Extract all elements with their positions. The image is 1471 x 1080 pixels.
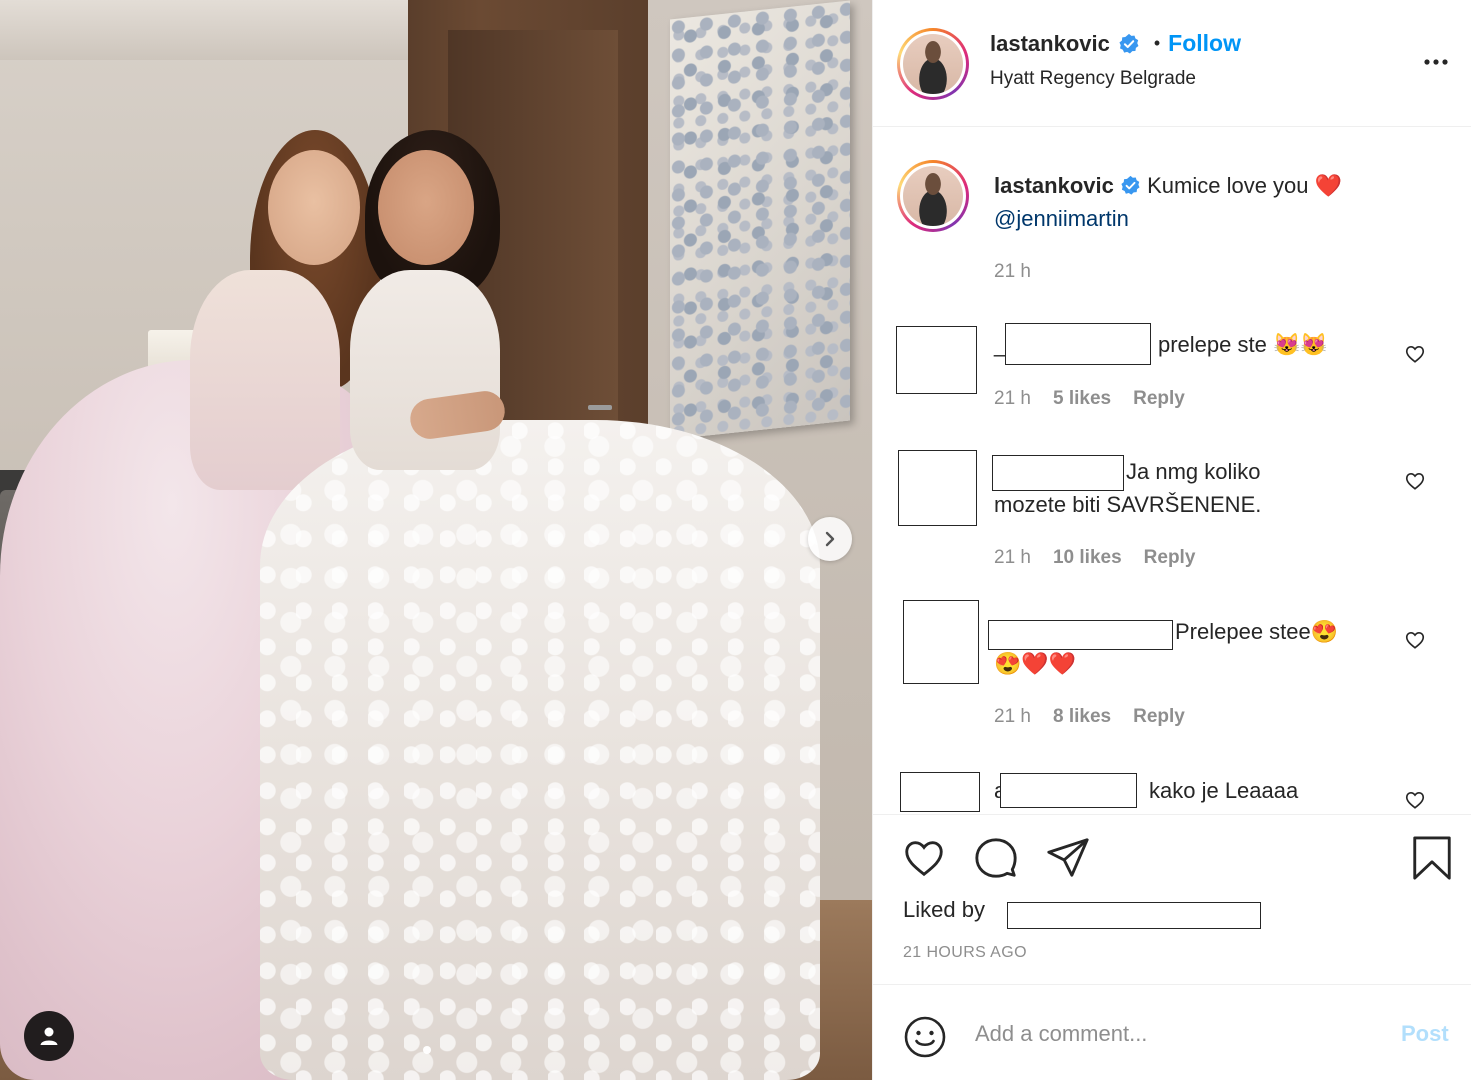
comment-3-meta: 21 h 8 likes Reply bbox=[994, 706, 1185, 728]
comment-3-username-redacted[interactable] bbox=[988, 620, 1173, 650]
post-photo[interactable] bbox=[0, 0, 872, 1080]
comment-1-like-heart-icon[interactable] bbox=[1404, 343, 1426, 365]
photo-bodice-right bbox=[350, 270, 500, 470]
header-avatar[interactable] bbox=[897, 28, 969, 100]
carousel-dots bbox=[423, 1046, 431, 1054]
comment-1-meta: 21 h 5 likes Reply bbox=[994, 388, 1185, 410]
verified-badge-icon bbox=[1119, 33, 1139, 54]
header-dot-separator: • bbox=[1153, 33, 1161, 53]
liked-by-row: Liked by bbox=[903, 897, 985, 923]
comment-3-avatar-redacted[interactable] bbox=[903, 600, 979, 684]
comment-4-avatar-redacted[interactable] bbox=[900, 772, 980, 812]
comment-2-like-heart-icon[interactable] bbox=[1404, 470, 1426, 492]
caption-avatar[interactable] bbox=[897, 160, 969, 232]
follow-button[interactable]: Follow bbox=[1168, 30, 1241, 57]
comment-3-like-heart-icon[interactable] bbox=[1404, 629, 1426, 651]
comment-2-meta: 21 h 10 likes Reply bbox=[994, 547, 1195, 569]
post-time-ago[interactable]: 21 HOURS AGO bbox=[903, 944, 1027, 962]
comment-2-avatar-redacted[interactable] bbox=[898, 450, 977, 526]
comment-3-text: Prelepee stee😍 bbox=[1175, 619, 1339, 644]
comments-list[interactable]: lastankovic Kumice love you ❤️ @jenniima… bbox=[873, 128, 1471, 813]
photo-door-handle bbox=[588, 405, 612, 410]
carousel-dot-active bbox=[423, 1046, 431, 1054]
caption-mention[interactable]: @jenniimartin bbox=[994, 206, 1129, 231]
photo-face-left bbox=[268, 150, 360, 265]
header-title-row: lastankovic • Follow bbox=[990, 30, 1241, 57]
comment-2-username-redacted[interactable] bbox=[992, 455, 1124, 491]
caption: lastankovic Kumice love you ❤️ @jenniima… bbox=[994, 169, 1414, 235]
header-username[interactable]: lastankovic bbox=[990, 31, 1110, 57]
tagged-users-button[interactable] bbox=[24, 1011, 74, 1061]
caption-text: Kumice love you ❤️ bbox=[1147, 173, 1343, 198]
photo-face-right bbox=[378, 150, 474, 265]
photo-wall-art bbox=[670, 0, 850, 440]
post-location[interactable]: Hyatt Regency Belgrade bbox=[990, 68, 1196, 90]
carousel-next-button[interactable] bbox=[808, 517, 852, 561]
comment-3-text-line2: 😍❤️❤️ bbox=[994, 651, 1077, 676]
comment-4-like-heart-icon[interactable] bbox=[1404, 789, 1426, 811]
comment-1-username-redacted[interactable] bbox=[1005, 323, 1151, 365]
photo-bodice-left bbox=[190, 270, 340, 490]
post-side-panel: lastankovic • Follow Hyatt Regency Belgr… bbox=[872, 0, 1471, 1080]
chevron-right-icon bbox=[825, 531, 835, 547]
add-comment-bar: Post bbox=[873, 984, 1471, 1080]
comment-4-text: kako je Leaaaa bbox=[1149, 778, 1299, 803]
liked-by-label: Liked by bbox=[903, 897, 985, 922]
heart-icon[interactable] bbox=[901, 835, 947, 881]
user-tag-icon bbox=[40, 1027, 58, 1045]
comment-2-text-line2: mozete biti SAVRŠENENE. bbox=[994, 492, 1262, 517]
add-comment-input[interactable] bbox=[975, 1017, 1375, 1051]
comment-2-time[interactable]: 21 h bbox=[994, 547, 1031, 569]
comment-3-likes[interactable]: 8 likes bbox=[1053, 706, 1111, 728]
comment-2-likes[interactable]: 10 likes bbox=[1053, 547, 1122, 569]
comment-3-reply[interactable]: Reply bbox=[1133, 706, 1185, 728]
caption-username[interactable]: lastankovic bbox=[994, 173, 1114, 198]
verified-badge-icon bbox=[1121, 175, 1140, 195]
post-header: lastankovic • Follow Hyatt Regency Belgr… bbox=[873, 0, 1471, 127]
comment-3-time[interactable]: 21 h bbox=[994, 706, 1031, 728]
comment-1-avatar-redacted[interactable] bbox=[896, 326, 977, 394]
post-comment-button[interactable]: Post bbox=[1401, 1021, 1449, 1047]
caption-time[interactable]: 21 h bbox=[994, 261, 1031, 283]
comment-1-likes[interactable]: 5 likes bbox=[1053, 388, 1111, 410]
paper-plane-icon[interactable] bbox=[1045, 835, 1091, 881]
post-actions: Liked by 21 HOURS AGO bbox=[873, 814, 1471, 984]
comment-bubble-icon[interactable] bbox=[973, 835, 1019, 881]
more-options-icon[interactable] bbox=[1421, 52, 1451, 72]
smiley-icon[interactable] bbox=[903, 1015, 947, 1059]
comment-1-text: prelepe ste 😻😻 bbox=[1158, 332, 1328, 357]
comment-1-time[interactable]: 21 h bbox=[994, 388, 1031, 410]
comment-2-text: Ja nmg koliko bbox=[1126, 459, 1261, 484]
comment-4-username-redacted[interactable] bbox=[1000, 773, 1137, 808]
photo-wedding-gown bbox=[260, 420, 820, 1080]
comment-1-reply[interactable]: Reply bbox=[1133, 388, 1185, 410]
liked-by-user-redacted[interactable] bbox=[1007, 902, 1261, 929]
bookmark-icon[interactable] bbox=[1409, 835, 1455, 881]
caption-meta: 21 h bbox=[994, 261, 1031, 283]
comment-2-reply[interactable]: Reply bbox=[1144, 547, 1196, 569]
